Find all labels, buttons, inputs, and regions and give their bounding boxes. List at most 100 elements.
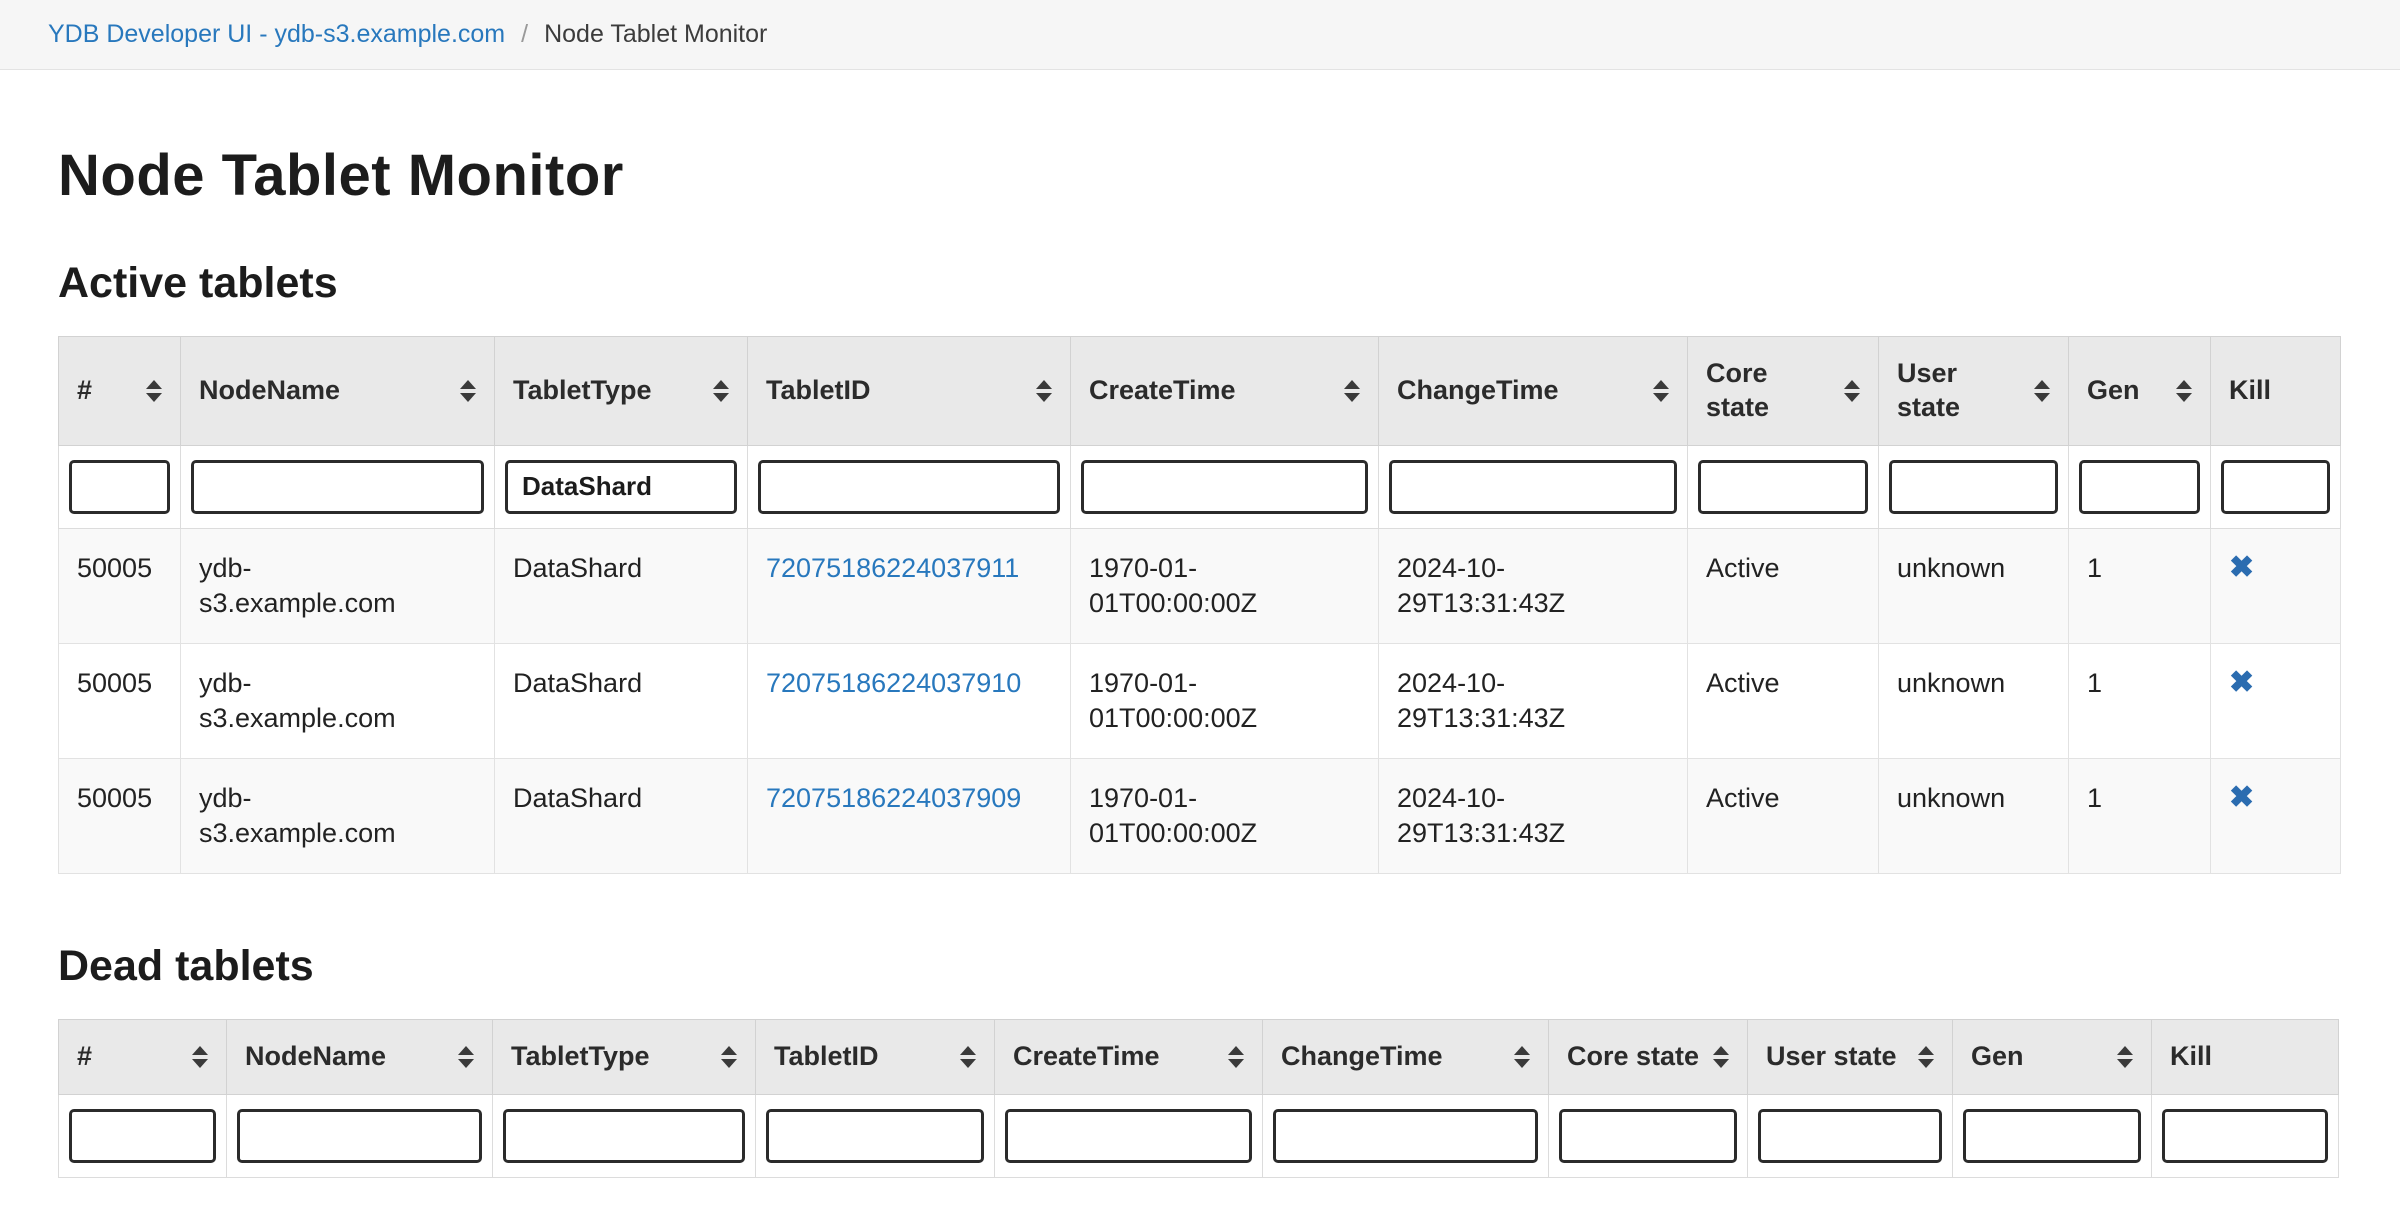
page-title: Node Tablet Monitor <box>58 142 2342 209</box>
dead-header-row: # NodeName TabletType TabletID CreateTim… <box>59 1020 2339 1095</box>
column-header-changetime[interactable]: ChangeTime <box>1263 1020 1549 1095</box>
column-header-changetime[interactable]: ChangeTime <box>1379 337 1688 446</box>
column-header-num[interactable]: # <box>59 1020 227 1095</box>
cell-kill: ✖ <box>2211 528 2341 643</box>
sort-icon <box>1228 1046 1244 1068</box>
sort-icon <box>721 1046 737 1068</box>
filter-input-num[interactable] <box>69 460 170 514</box>
sort-icon <box>1514 1046 1530 1068</box>
filter-input-createtime[interactable] <box>1005 1109 1252 1163</box>
kill-icon: ✖ <box>2229 666 2254 699</box>
column-header-tablettype[interactable]: TabletType <box>495 337 748 446</box>
column-label: Gen <box>2087 374 2140 408</box>
cell-gen: 1 <box>2069 528 2211 643</box>
column-header-kill: Kill <box>2152 1020 2339 1095</box>
cell-nodename: ydb-s3.example.com <box>181 528 495 643</box>
column-header-tabletid[interactable]: TabletID <box>756 1020 995 1095</box>
sort-icon <box>1036 380 1052 402</box>
column-header-nodename[interactable]: NodeName <box>227 1020 493 1095</box>
filter-input-corestate[interactable] <box>1698 460 1868 514</box>
column-label: TabletID <box>774 1040 879 1074</box>
cell-nodename: ydb-s3.example.com <box>181 758 495 873</box>
kill-button[interactable]: ✖ <box>2229 668 2254 698</box>
filter-input-corestate[interactable] <box>1559 1109 1737 1163</box>
column-header-kill: Kill <box>2211 337 2341 446</box>
cell-kill: ✖ <box>2211 643 2341 758</box>
tablet-id-link[interactable]: 72075186224037909 <box>766 783 1021 813</box>
column-label: User state <box>1897 357 2024 425</box>
column-header-num[interactable]: # <box>59 337 181 446</box>
column-label: Core state <box>1706 357 1834 425</box>
cell-tablettype: DataShard <box>495 528 748 643</box>
column-label: CreateTime <box>1089 374 1236 408</box>
tablet-id-link[interactable]: 72075186224037910 <box>766 668 1021 698</box>
filter-input-kill[interactable] <box>2162 1109 2328 1163</box>
cell-tabletid: 72075186224037910 <box>748 643 1071 758</box>
filter-input-tablettype[interactable] <box>505 460 737 514</box>
cell-kill: ✖ <box>2211 758 2341 873</box>
sort-icon <box>713 380 729 402</box>
sort-icon <box>2176 380 2192 402</box>
column-header-tablettype[interactable]: TabletType <box>493 1020 756 1095</box>
cell-changetime: 2024-10-29T13:31:43Z <box>1379 758 1688 873</box>
filter-input-nodename[interactable] <box>237 1109 482 1163</box>
sort-icon <box>1844 380 1860 402</box>
filter-input-tabletid[interactable] <box>766 1109 984 1163</box>
filter-input-tabletid[interactable] <box>758 460 1060 514</box>
sort-icon <box>1653 380 1669 402</box>
filter-input-createtime[interactable] <box>1081 460 1368 514</box>
column-label: TabletType <box>511 1040 650 1074</box>
kill-button[interactable]: ✖ <box>2229 783 2254 813</box>
filter-input-tablettype[interactable] <box>503 1109 745 1163</box>
column-header-nodename[interactable]: NodeName <box>181 337 495 446</box>
sort-icon <box>2034 380 2050 402</box>
sort-icon <box>1713 1046 1729 1068</box>
column-header-userstate[interactable]: User state <box>1748 1020 1953 1095</box>
filter-input-num[interactable] <box>69 1109 216 1163</box>
column-header-createtime[interactable]: CreateTime <box>1071 337 1379 446</box>
filter-input-gen[interactable] <box>1963 1109 2141 1163</box>
column-header-tabletid[interactable]: TabletID <box>748 337 1071 446</box>
column-label: Kill <box>2229 374 2271 408</box>
column-header-gen[interactable]: Gen <box>1953 1020 2152 1095</box>
breadcrumb-root-link[interactable]: YDB Developer UI - ydb-s3.example.com <box>48 20 505 49</box>
sort-icon <box>146 380 162 402</box>
sort-icon <box>192 1046 208 1068</box>
tablet-id-link[interactable]: 72075186224037911 <box>766 553 1019 583</box>
kill-button[interactable]: ✖ <box>2229 553 2254 583</box>
active-header-row: # NodeName TabletType TabletID CreateTim… <box>59 337 2341 446</box>
filter-input-kill[interactable] <box>2221 460 2330 514</box>
table-row: 50005 ydb-s3.example.com DataShard 72075… <box>59 528 2341 643</box>
filter-input-userstate[interactable] <box>1889 460 2058 514</box>
dead-tablets-heading: Dead tablets <box>58 942 2342 991</box>
sort-icon <box>1918 1046 1934 1068</box>
cell-corestate: Active <box>1688 758 1879 873</box>
column-label: Core state <box>1567 1040 1699 1074</box>
cell-corestate: Active <box>1688 528 1879 643</box>
filter-input-gen[interactable] <box>2079 460 2200 514</box>
column-label: Gen <box>1971 1040 2024 1074</box>
filter-input-changetime[interactable] <box>1389 460 1677 514</box>
cell-num: 50005 <box>59 758 181 873</box>
sort-icon <box>2117 1046 2133 1068</box>
filter-input-userstate[interactable] <box>1758 1109 1942 1163</box>
cell-tabletid: 72075186224037911 <box>748 528 1071 643</box>
column-label: NodeName <box>199 374 340 408</box>
column-header-gen[interactable]: Gen <box>2069 337 2211 446</box>
kill-icon: ✖ <box>2229 781 2254 814</box>
column-header-userstate[interactable]: User state <box>1879 337 2069 446</box>
cell-num: 50005 <box>59 528 181 643</box>
breadcrumb-separator: / <box>521 20 528 49</box>
cell-corestate: Active <box>1688 643 1879 758</box>
column-label: # <box>77 1040 92 1074</box>
cell-userstate: unknown <box>1879 528 2069 643</box>
column-header-corestate[interactable]: Core state <box>1549 1020 1748 1095</box>
active-filter-row <box>59 445 2341 528</box>
filter-input-changetime[interactable] <box>1273 1109 1538 1163</box>
sort-icon <box>460 380 476 402</box>
filter-input-nodename[interactable] <box>191 460 484 514</box>
column-header-corestate[interactable]: Core state <box>1688 337 1879 446</box>
column-label: ChangeTime <box>1281 1040 1443 1074</box>
cell-tablettype: DataShard <box>495 643 748 758</box>
column-header-createtime[interactable]: CreateTime <box>995 1020 1263 1095</box>
